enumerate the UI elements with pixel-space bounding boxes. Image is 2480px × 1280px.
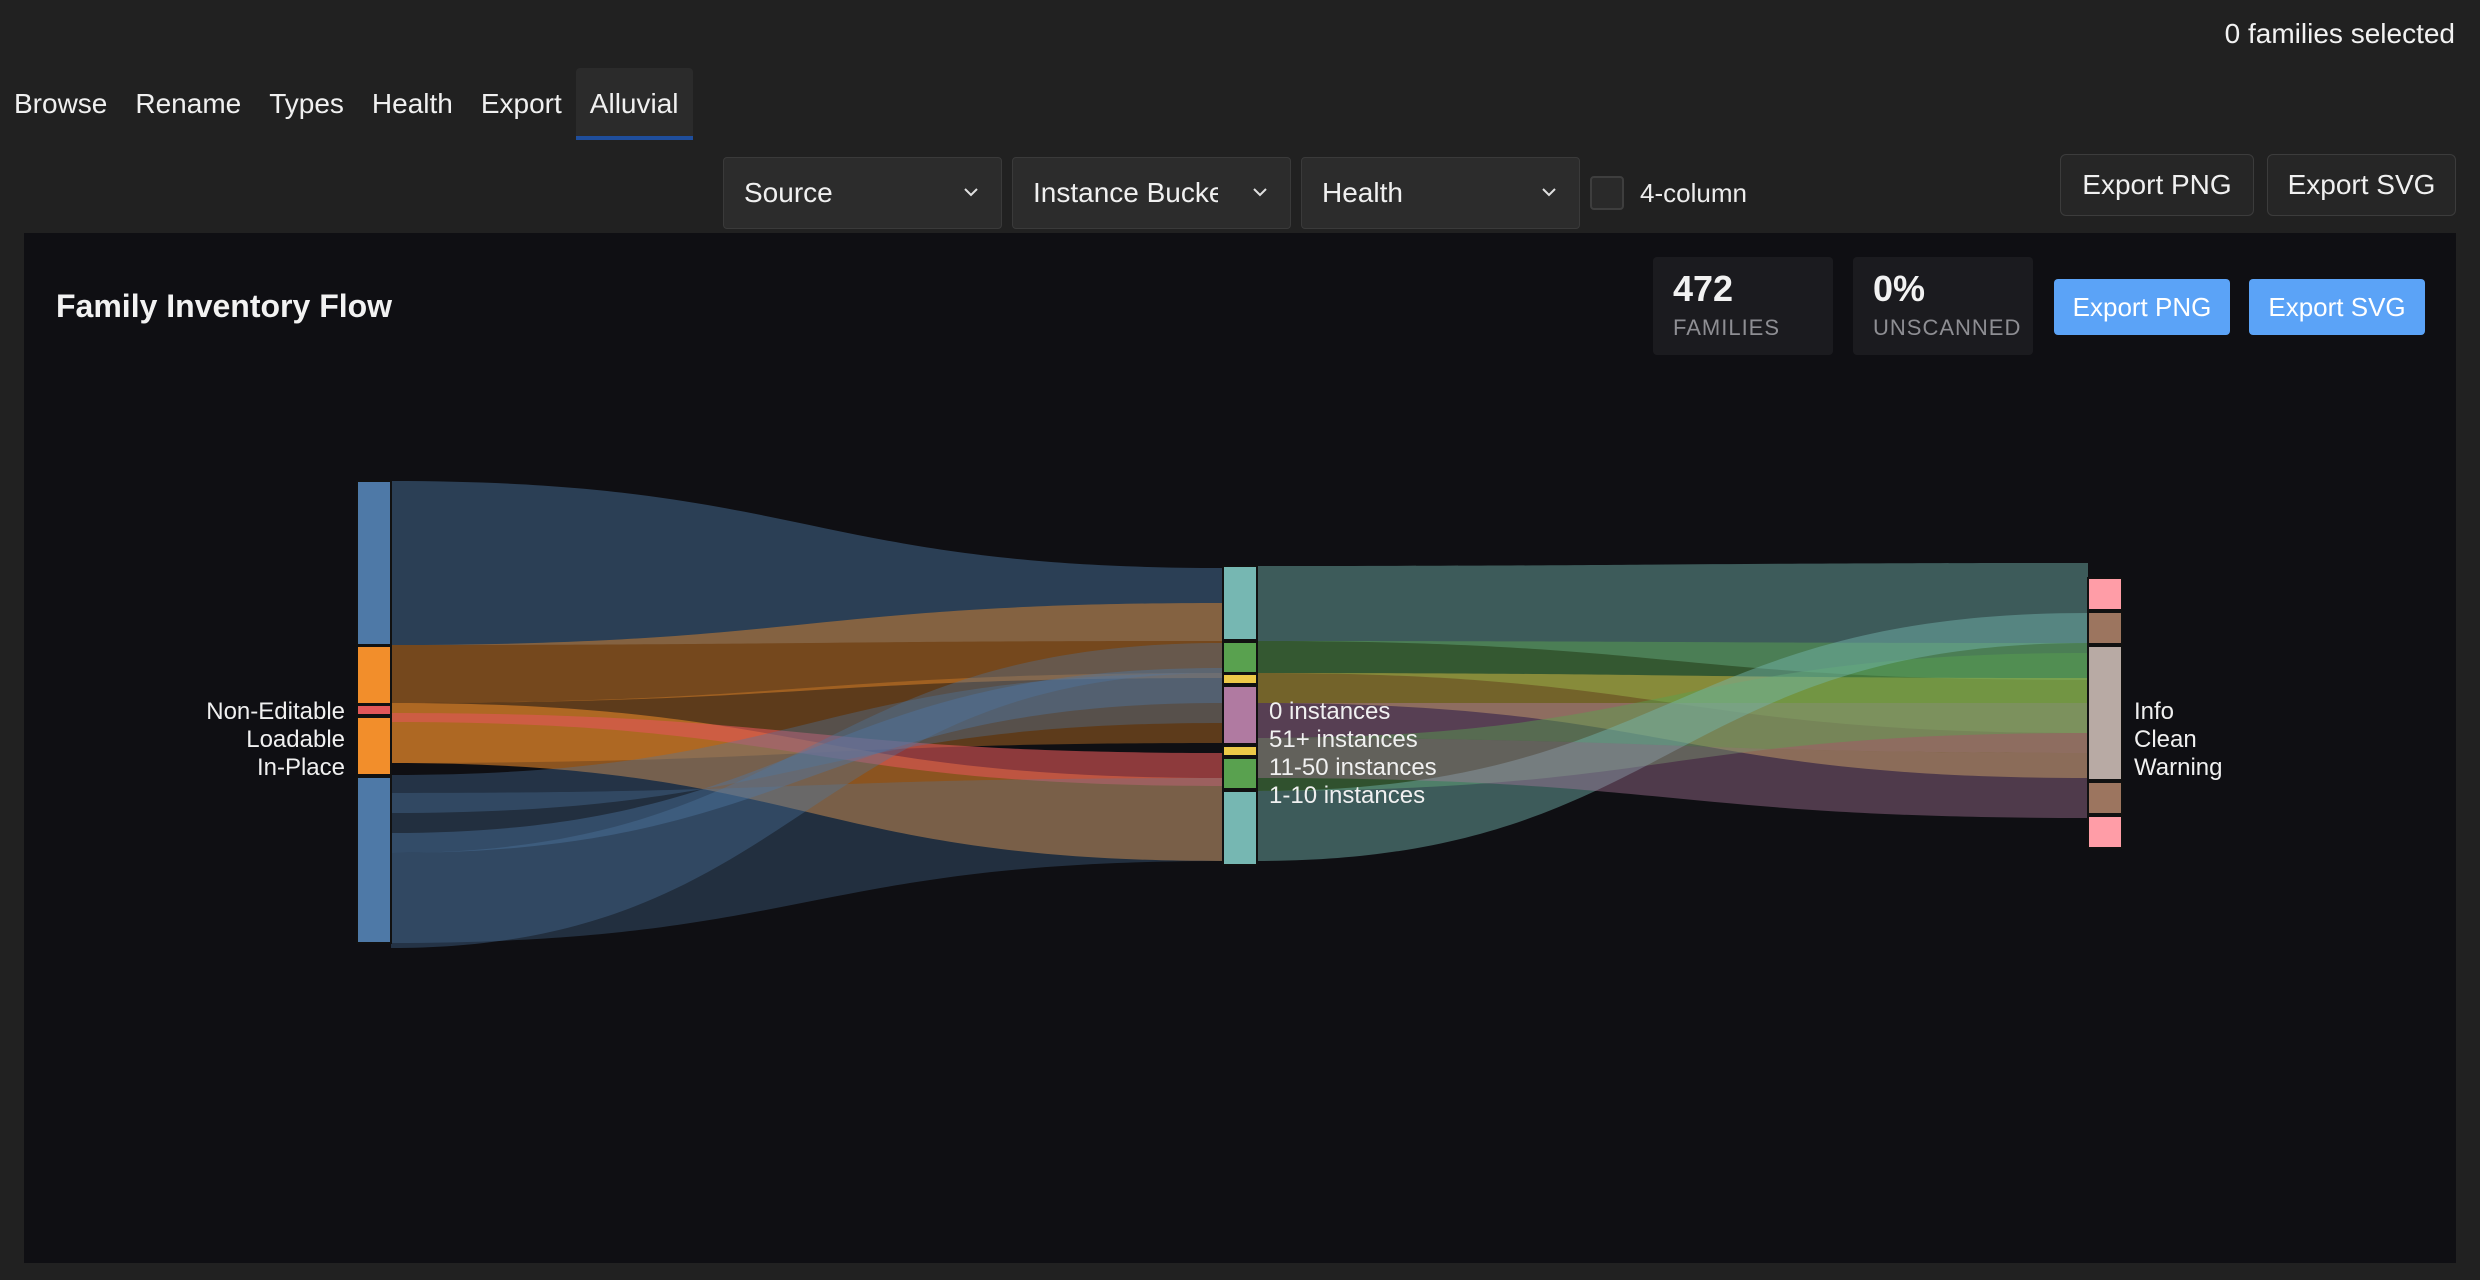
node-loadable-bottom [356,776,392,944]
node-clean [2087,645,2123,781]
tab-browse[interactable]: Browse [0,68,121,140]
node-inplace-top [356,645,392,705]
chevron-down-icon [964,188,978,197]
bucket-label-3: 1-10 instances [1269,782,1425,809]
tab-export[interactable]: Export [467,68,576,140]
chart-panel: Family Inventory Flow 472 FAMILIES 0% UN… [24,233,2456,1263]
node-51-plus-instances-bottom [1222,757,1258,790]
source-label-0: Non-Editable [206,698,345,725]
node-warning-top [2087,611,2123,645]
bucket-label-1: 51+ instances [1269,726,1418,753]
node-info-top [2087,577,2123,611]
bucket-label-2: 11-50 instances [1269,754,1437,781]
four-column-checkbox[interactable] [1590,176,1624,210]
node-11-50-instances-bottom [1222,745,1258,757]
flow-left-8 [391,778,1223,943]
dimension-3-select[interactable]: Health [1301,157,1580,229]
four-column-label: 4-column [1640,177,1747,208]
alluvial-chart: Non-EditableLoadableIn-Place 0 instances5… [206,480,2222,948]
node-info-bottom [2087,815,2123,849]
node-1-10-instances [1222,685,1258,745]
health-label-2: Warning [2134,754,2222,781]
chevron-down-icon [1542,188,1556,197]
tab-bar: Browse Rename Types Health Export Alluvi… [0,68,693,140]
export-svg-button[interactable]: Export SVG [2267,154,2456,216]
bucket-label-0: 0 instances [1269,698,1390,725]
node-warning-bottom [2087,781,2123,815]
tab-health[interactable]: Health [358,68,467,140]
tab-types[interactable]: Types [255,68,358,140]
dimension-2-value: Instance Bucke [1033,177,1218,208]
selection-count: 0 families selected [2224,18,2455,49]
node-loadable-top [356,480,392,646]
dimension-1-select[interactable]: Source [723,157,1002,229]
dimension-controls: Source Instance Bucke Health 4-column [723,157,1747,229]
node-51-plus-instances [1222,641,1258,674]
export-png-button[interactable]: Export PNG [2060,154,2254,216]
source-label-2: In-Place [257,754,345,781]
tab-rename[interactable]: Rename [121,68,255,140]
tab-alluvial[interactable]: Alluvial [575,68,693,140]
dimension-3-value: Health [1322,177,1403,208]
dimension-2-select[interactable]: Instance Bucke [1012,157,1291,229]
health-label-1: Clean [2134,726,2197,753]
source-label-1: Loadable [246,726,345,753]
node-0-instances-bottom [1222,790,1258,866]
chevron-down-icon [1253,188,1267,197]
dimension-1-value: Source [744,177,833,208]
health-label-0: Info [2134,698,2174,725]
node-noneditable [356,704,392,716]
node-inplace-bottom [356,716,392,776]
node-11-50-instances-top [1222,673,1258,685]
node-0-instances [1222,565,1258,641]
